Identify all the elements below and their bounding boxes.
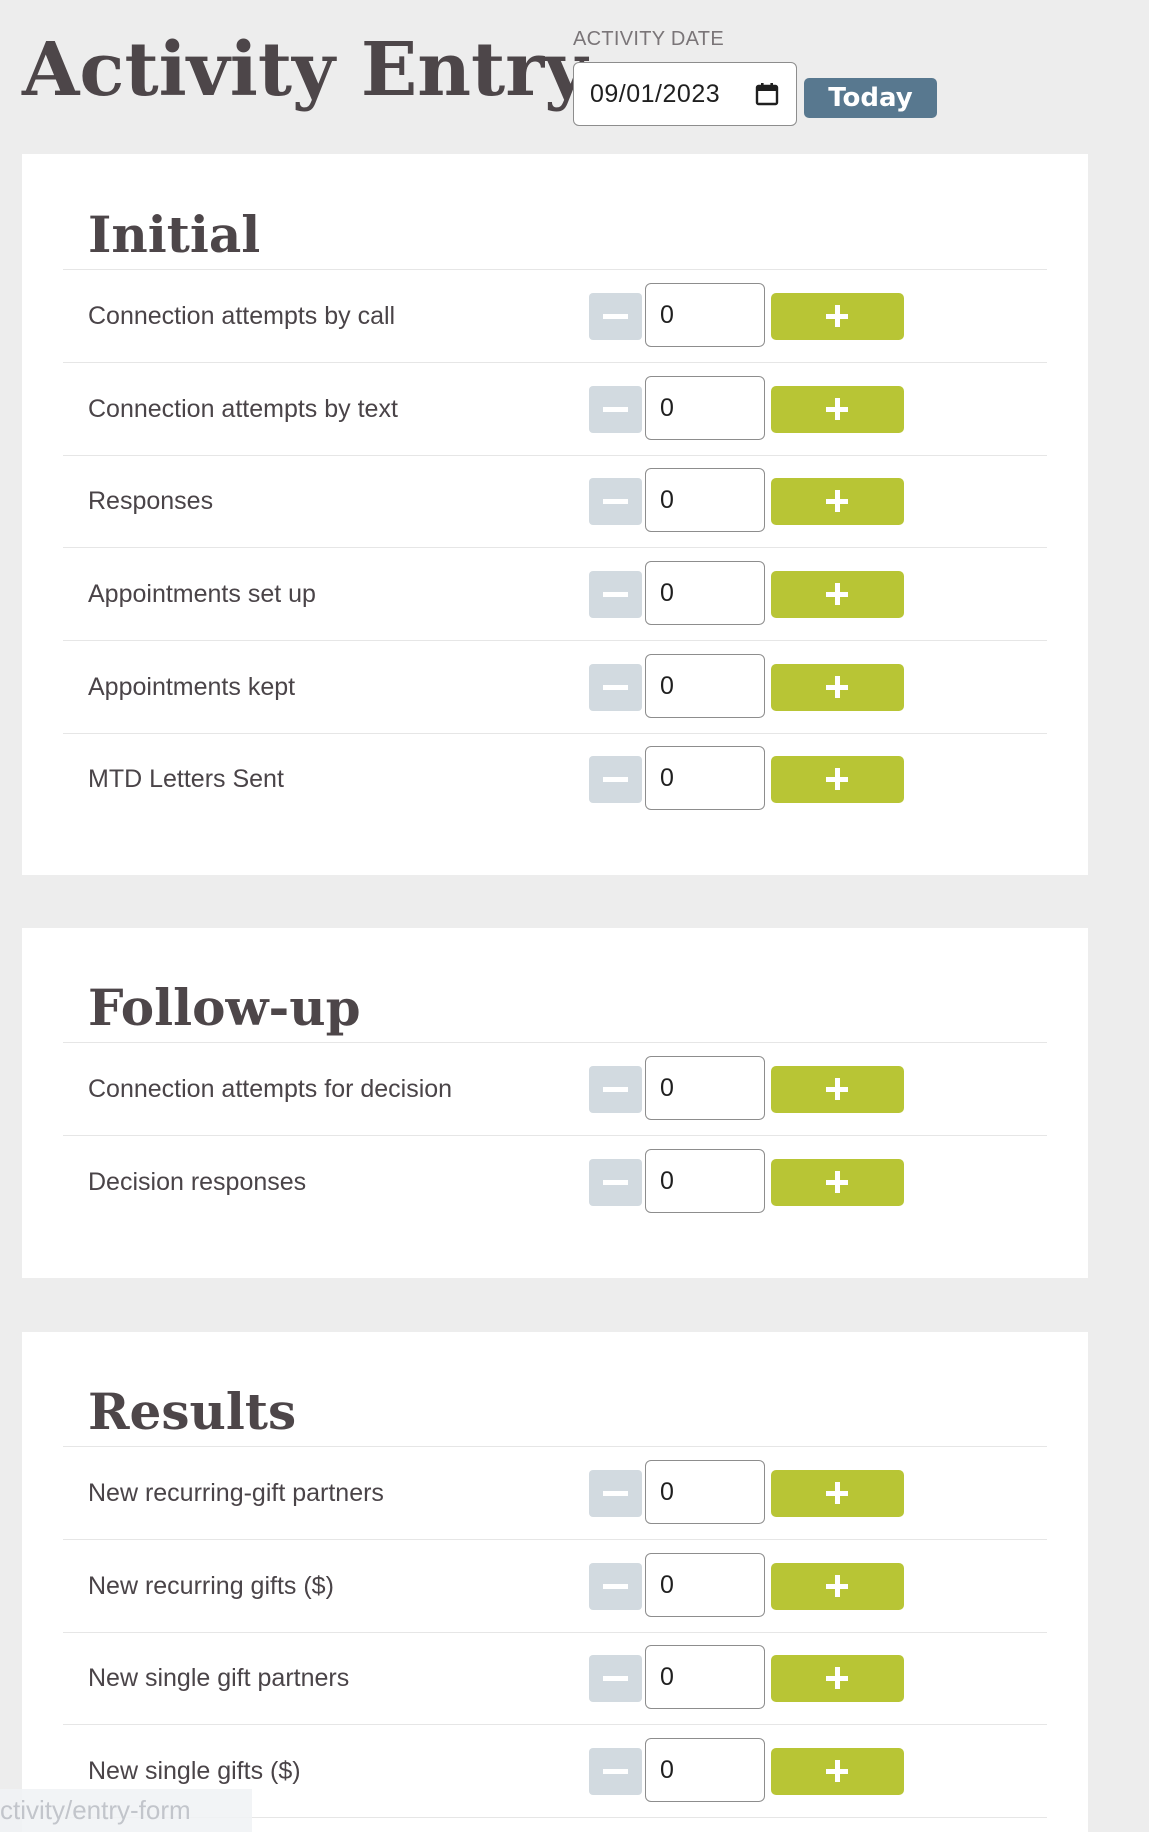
- increment-button[interactable]: [771, 386, 904, 433]
- section-title: Follow-up: [88, 978, 361, 1037]
- counter-input[interactable]: [645, 283, 765, 347]
- counter-label: Connection attempts for decision: [88, 1075, 453, 1103]
- counter-label: Appointments kept: [88, 673, 296, 701]
- counter-input[interactable]: [645, 376, 765, 440]
- section-title: Results: [88, 1382, 297, 1441]
- counter-label: New recurring gifts ($): [88, 1572, 334, 1600]
- decrement-button[interactable]: [589, 571, 642, 618]
- counter-row-connection-attempts-by-text: Connection attempts by text: [63, 363, 1047, 456]
- counter-row-responses: Responses: [63, 455, 1047, 548]
- increment-button[interactable]: [771, 1470, 904, 1517]
- page-header: Activity Entry ACTIVITY DATE 09/01/2023 …: [0, 0, 1149, 150]
- increment-button[interactable]: [771, 1159, 904, 1206]
- counter-label: Connection attempts by call: [88, 302, 396, 330]
- increment-button[interactable]: [771, 1655, 904, 1702]
- counter-label: New recurring-gift partners: [88, 1479, 384, 1507]
- counter-row-appointments-set-up: Appointments set up: [63, 548, 1047, 641]
- counter-label: MTD Letters Sent: [88, 765, 284, 793]
- section-follow-up: Follow-up Connection attempts for decisi…: [22, 928, 1088, 1278]
- counter-label: Decision responses: [88, 1168, 307, 1196]
- counter-label: Connection attempts by text: [88, 395, 398, 423]
- counter-label: New single gift partners: [88, 1664, 350, 1692]
- decrement-button[interactable]: [589, 1655, 642, 1702]
- section-initial: Initial Connection attempts by call Conn…: [22, 154, 1088, 875]
- counter-row-new-recurring-gift-partners: New recurring-gift partners: [63, 1447, 1047, 1540]
- counter-row-mtd-letters-sent: MTD Letters Sent: [63, 733, 1047, 825]
- increment-button[interactable]: [771, 664, 904, 711]
- decrement-button[interactable]: [589, 664, 642, 711]
- increment-button[interactable]: [771, 1563, 904, 1610]
- decrement-button[interactable]: [589, 1066, 642, 1113]
- decrement-button[interactable]: [589, 1470, 642, 1517]
- section-results: Results New recurring-gift partners New …: [22, 1332, 1088, 1832]
- counter-row-decision-responses: Decision responses: [63, 1136, 1047, 1228]
- counter-input[interactable]: [645, 746, 765, 810]
- counter-label: Appointments set up: [88, 580, 316, 608]
- counter-input[interactable]: [645, 1645, 765, 1709]
- increment-button[interactable]: [771, 1748, 904, 1795]
- counter-row-new-recurring-gifts: New recurring gifts ($): [63, 1540, 1047, 1633]
- decrement-button[interactable]: [589, 1748, 642, 1795]
- increment-button[interactable]: [771, 571, 904, 618]
- increment-button[interactable]: [771, 293, 904, 340]
- decrement-button[interactable]: [589, 478, 642, 525]
- counter-row-appointments-kept: Appointments kept: [63, 641, 1047, 734]
- counter-input[interactable]: [645, 654, 765, 718]
- counter-input[interactable]: [645, 1056, 765, 1120]
- decrement-button[interactable]: [589, 756, 642, 803]
- counter-input[interactable]: [645, 561, 765, 625]
- decrement-button[interactable]: [589, 386, 642, 433]
- counter-row-connection-attempts-by-call: Connection attempts by call: [63, 270, 1047, 363]
- page-title: Activity Entry: [22, 27, 588, 113]
- counter-label: Responses: [88, 487, 214, 515]
- activity-date-label: ACTIVITY DATE: [573, 28, 724, 50]
- counter-row-connection-attempts-for-decision: Connection attempts for decision: [63, 1043, 1047, 1136]
- counter-input[interactable]: [645, 1738, 765, 1802]
- activity-date-input[interactable]: 09/01/2023: [573, 62, 797, 126]
- counter-row-new-single-gift-partners: New single gift partners: [63, 1632, 1047, 1725]
- increment-button[interactable]: [771, 756, 904, 803]
- increment-button[interactable]: [771, 1066, 904, 1113]
- counter-input[interactable]: [645, 1460, 765, 1524]
- increment-button[interactable]: [771, 478, 904, 525]
- decrement-button[interactable]: [589, 1563, 642, 1610]
- section-title: Initial: [88, 205, 261, 264]
- status-bar-url: ctivity/entry-form: [0, 1789, 252, 1832]
- calendar-icon[interactable]: [754, 81, 780, 107]
- counter-input[interactable]: [645, 1149, 765, 1213]
- decrement-button[interactable]: [589, 293, 642, 340]
- decrement-button[interactable]: [589, 1159, 642, 1206]
- counter-input[interactable]: [645, 1553, 765, 1617]
- activity-date-value: 09/01/2023: [590, 79, 721, 108]
- today-button[interactable]: Today: [804, 78, 937, 118]
- counter-input[interactable]: [645, 468, 765, 532]
